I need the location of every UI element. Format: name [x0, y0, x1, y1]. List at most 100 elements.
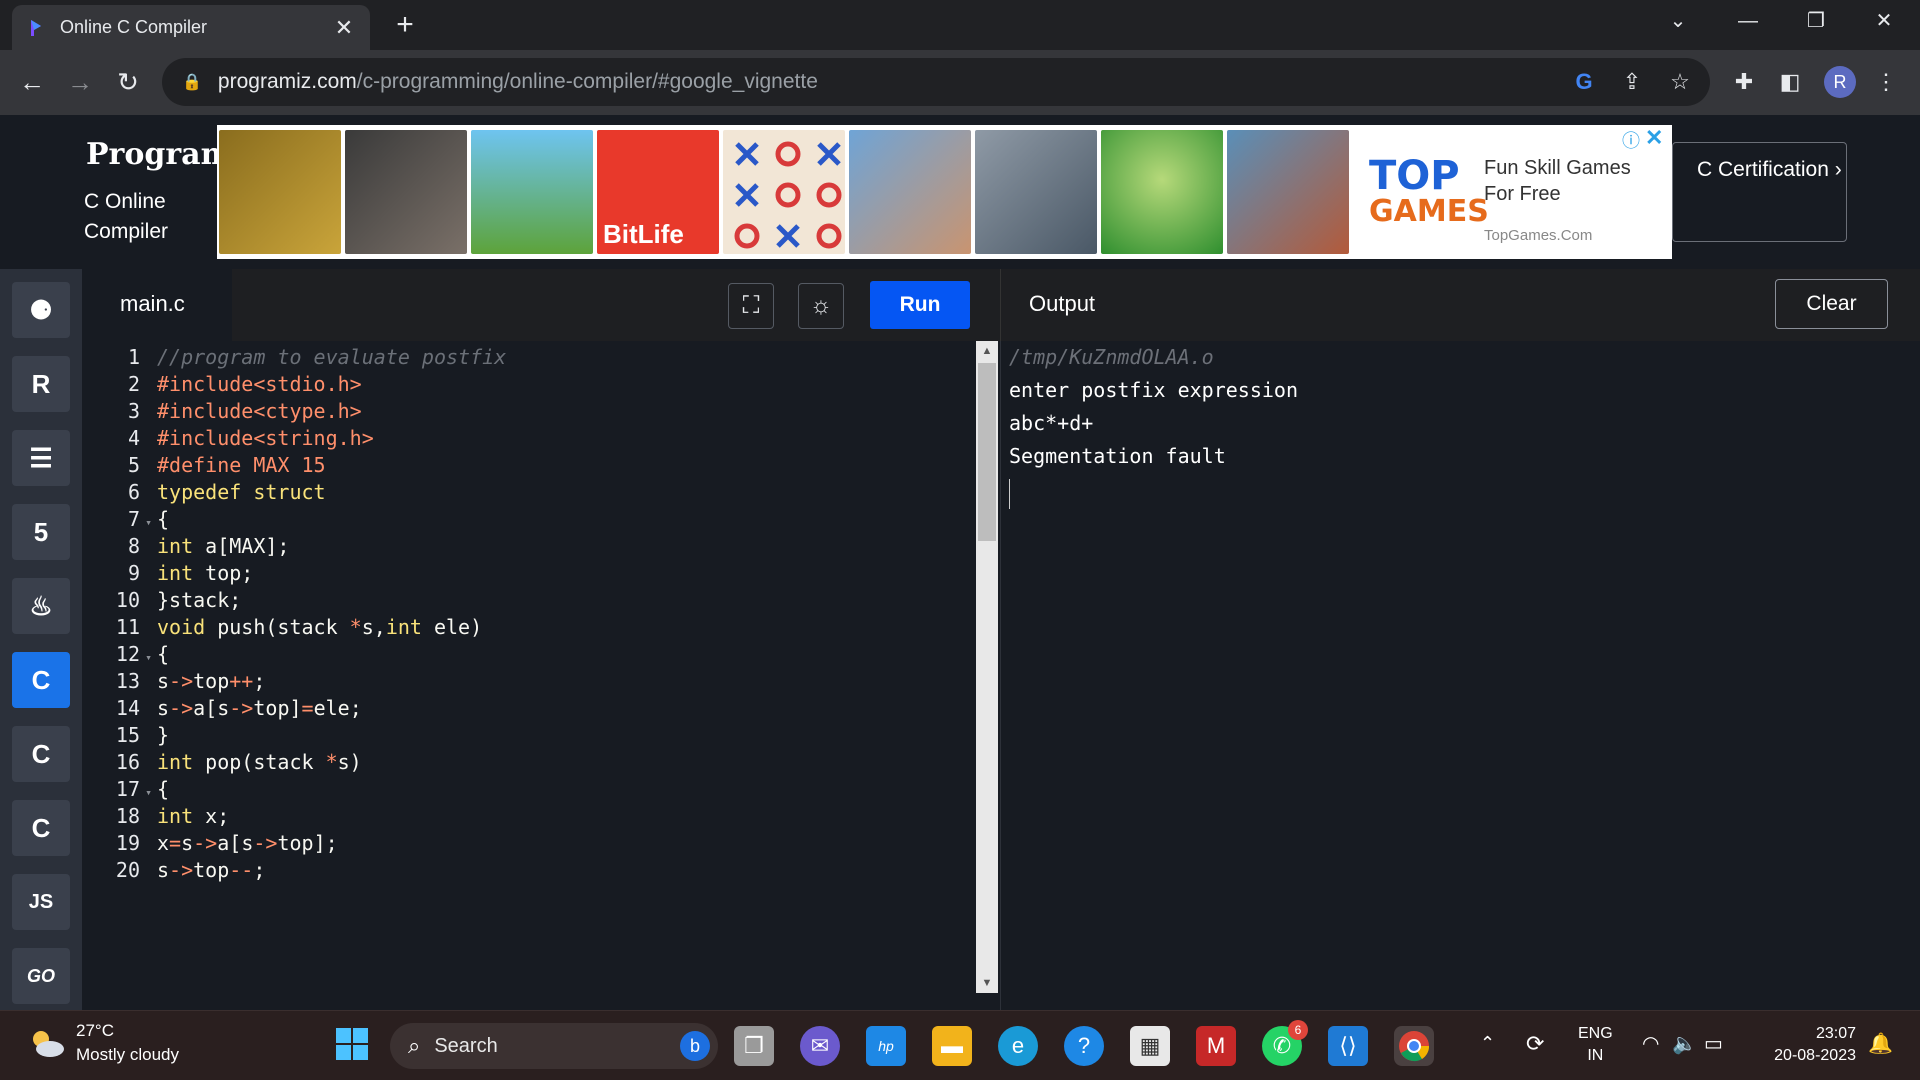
csharp-icon[interactable]: C	[12, 800, 70, 856]
forward-button[interactable]: →	[62, 64, 98, 100]
output-console[interactable]: /tmp/KuZnmdOLAA.o enter postfix expressi…	[1000, 341, 1920, 1010]
code-text: x=s->a[s->top];	[157, 831, 338, 855]
code-token: int	[385, 615, 422, 639]
advertisement-banner[interactable]: BitLife TOP GAMES Fun Skill Games For Fre…	[217, 125, 1672, 259]
windows-start-icon[interactable]	[332, 1026, 372, 1066]
site-header: Programiz C Online Compiler BitLife TOP …	[0, 115, 1920, 269]
extensions-icon[interactable]: ✚	[1726, 64, 1762, 100]
myhp-icon[interactable]: hp	[866, 1026, 906, 1066]
search-placeholder: Search	[434, 1034, 498, 1057]
taskbar-search[interactable]: ⌕ Search b	[390, 1023, 718, 1069]
back-button[interactable]: ←	[14, 64, 50, 100]
mcafee-icon[interactable]: M	[1196, 1026, 1236, 1066]
google-lens-icon[interactable]: G	[1566, 58, 1602, 106]
tic-tac-toe-icon	[734, 141, 842, 249]
get-help-icon[interactable]: ?	[1064, 1026, 1104, 1066]
bookmark-star-icon[interactable]: ☆	[1662, 58, 1698, 106]
code-editor[interactable]: 1//program to evaluate postfix 2 #include<…	[82, 341, 1000, 1010]
chrome-icon[interactable]	[1394, 1026, 1434, 1066]
microsoft-store-icon[interactable]: ▦	[1130, 1026, 1170, 1066]
ad-game-thumbnail[interactable]	[219, 130, 341, 254]
ad-info-icon[interactable]: ⓘ	[1622, 127, 1640, 153]
bing-icon[interactable]: b	[680, 1031, 710, 1061]
close-window-button[interactable]: ✕	[1864, 6, 1904, 36]
code-text: s->top--;	[157, 858, 265, 882]
task-view-icon[interactable]: ❐	[734, 1026, 774, 1066]
new-tab-button[interactable]: +	[388, 8, 422, 42]
lock-icon[interactable]: 🔒	[182, 72, 202, 92]
ad-domain[interactable]: TopGames.Com	[1484, 227, 1592, 244]
file-explorer-icon[interactable]: ▬	[932, 1026, 972, 1066]
code-token: a[s	[193, 696, 230, 720]
code-text: }stack;	[157, 588, 241, 612]
code-token: #include	[157, 372, 254, 396]
code-text: s->a[s->top]=ele;	[157, 696, 362, 720]
run-button[interactable]: Run	[870, 281, 970, 329]
cloudy-weather-icon[interactable]	[26, 1025, 66, 1061]
code-token: #include	[157, 399, 254, 423]
vscode-icon[interactable]: ⟨⟩	[1328, 1026, 1368, 1066]
ad-game-thumbnail[interactable]	[723, 130, 845, 254]
volume-icon[interactable]: 🔈	[1672, 1031, 1697, 1056]
code-token: a[MAX];	[193, 534, 290, 558]
fullscreen-icon[interactable]: ⛶	[728, 283, 774, 329]
tab-search-icon[interactable]: ⌄	[1658, 6, 1698, 36]
code-token: top];	[277, 831, 338, 855]
address-bar[interactable]: 🔒 programiz.com /c-programming/online-co…	[162, 58, 1710, 106]
ad-game-thumbnail[interactable]	[849, 130, 971, 254]
go-icon[interactable]: GO	[12, 948, 70, 1004]
ad-game-thumbnail[interactable]	[1101, 130, 1223, 254]
ad-game-thumbnail[interactable]: BitLife	[597, 130, 719, 254]
c-language-icon[interactable]: C	[12, 652, 70, 708]
reload-button[interactable]: ↻	[110, 64, 146, 100]
html5-icon[interactable]: 5	[12, 504, 70, 560]
sql-database-icon[interactable]: ☰	[12, 430, 70, 486]
close-tab-icon[interactable]: ✕	[332, 15, 356, 41]
restore-button[interactable]: ❐	[1796, 6, 1836, 36]
teams-chat-icon[interactable]: ✉	[800, 1026, 840, 1066]
java-icon[interactable]: ♨	[12, 578, 70, 634]
language-sidebar: ⚈ R ☰ 5 ♨ C C C JS GO	[0, 269, 82, 1010]
file-tab-main[interactable]: main.c	[82, 269, 232, 341]
weather-temperature[interactable]: 27°C	[76, 1021, 114, 1041]
output-line: enter postfix expression	[1009, 378, 1298, 402]
weather-description[interactable]: Mostly cloudy	[76, 1045, 179, 1065]
taskbar-clock[interactable]: 23:07 20-08-2023	[1760, 1023, 1856, 1067]
notification-bell-icon[interactable]: 🔔	[1868, 1031, 1893, 1056]
ad-game-thumbnail[interactable]	[471, 130, 593, 254]
clock-time: 23:07	[1815, 1025, 1856, 1042]
tray-overflow-icon[interactable]: ⌃	[1480, 1033, 1495, 1054]
share-icon[interactable]: ⇪	[1614, 58, 1650, 106]
sync-icon[interactable]: ⟳	[1526, 1031, 1544, 1057]
wifi-icon[interactable]: ◠	[1642, 1031, 1659, 1056]
scroll-down-icon[interactable]: ▼	[976, 977, 998, 989]
language-indicator[interactable]: ENG IN	[1578, 1023, 1613, 1067]
battery-icon[interactable]: ▭	[1704, 1031, 1723, 1056]
ad-tagline[interactable]: Fun Skill Games For Free	[1484, 155, 1644, 207]
profile-avatar[interactable]: R	[1824, 66, 1856, 98]
scroll-up-icon[interactable]: ▲	[976, 345, 998, 357]
more-menu-icon[interactable]: ⋮	[1868, 64, 1904, 100]
theme-toggle-sun-icon[interactable]: ☼	[798, 283, 844, 329]
javascript-icon[interactable]: JS	[12, 874, 70, 930]
ad-game-thumbnail[interactable]	[1227, 130, 1349, 254]
ad-brand[interactable]: TOP GAMES	[1369, 156, 1489, 228]
edge-browser-icon[interactable]: e	[998, 1026, 1038, 1066]
r-language-icon[interactable]: R	[12, 356, 70, 412]
ad-game-thumbnail[interactable]	[345, 130, 467, 254]
ad-close-icon[interactable]: ✕	[1645, 125, 1663, 151]
cpp-icon[interactable]: C	[12, 726, 70, 782]
clear-button[interactable]: Clear	[1775, 279, 1888, 329]
whatsapp-icon[interactable]: ✆ 6	[1262, 1020, 1308, 1066]
editor-scrollbar[interactable]: ▲ ▼	[976, 341, 998, 993]
minimize-button[interactable]: —	[1728, 6, 1768, 36]
python-icon[interactable]: ⚈	[12, 282, 70, 338]
code-text: int pop(stack *s)	[157, 750, 362, 774]
ad-game-thumbnail[interactable]	[975, 130, 1097, 254]
scrollbar-thumb[interactable]	[978, 363, 996, 541]
side-panel-icon[interactable]: ◧	[1772, 64, 1808, 100]
browser-tab[interactable]: Online C Compiler ✕	[12, 5, 370, 50]
code-token: }	[157, 723, 170, 747]
c-certification-button[interactable]: C Certification ›	[1672, 142, 1847, 242]
code-line[interactable]: 20 s->top--;	[82, 854, 972, 887]
